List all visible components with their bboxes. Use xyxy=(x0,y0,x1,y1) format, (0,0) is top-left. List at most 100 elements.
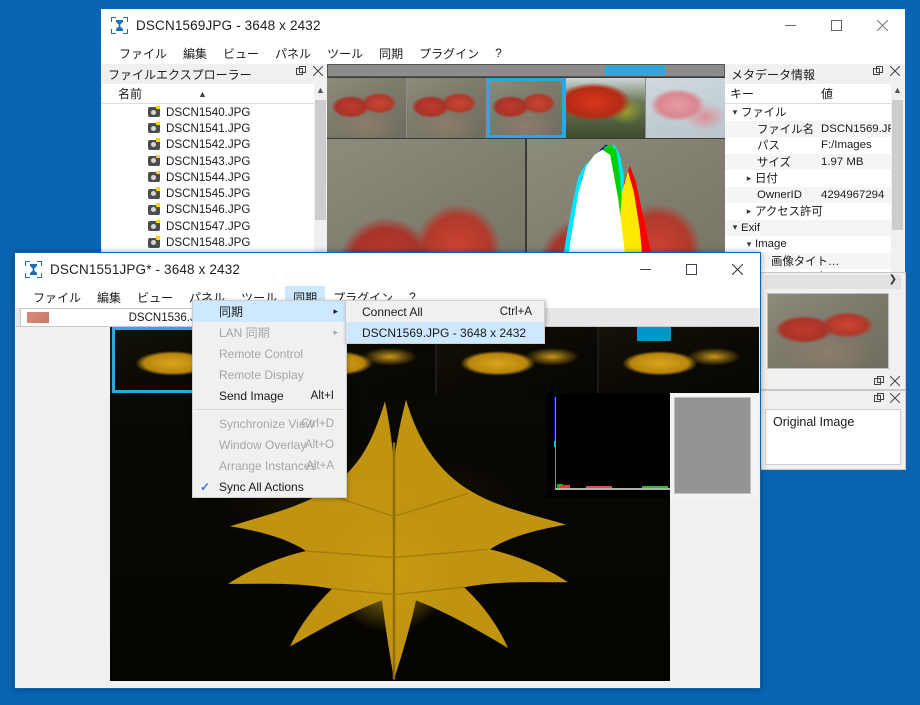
scroll-thumb[interactable] xyxy=(605,66,666,75)
close-icon[interactable] xyxy=(890,376,900,386)
camera-icon xyxy=(148,154,160,167)
close-icon[interactable] xyxy=(890,66,900,76)
float-icon[interactable] xyxy=(874,376,884,386)
table-row[interactable]: ▾ Exif xyxy=(725,219,891,236)
list-item[interactable]: DSCN1547.JPG xyxy=(102,218,314,234)
thumbnail-item[interactable] xyxy=(566,78,646,138)
close-icon[interactable] xyxy=(890,393,900,403)
table-row[interactable]: OwnerID 4294967294 xyxy=(725,186,891,203)
chevron-right-icon[interactable]: ▸ xyxy=(743,173,755,184)
back-window-menubar[interactable]: ファイル 編集 ビュー パネル ツール 同期 プラグイン ? xyxy=(101,42,905,64)
metadata-key: サイズ xyxy=(757,156,791,169)
maximize-icon[interactable] xyxy=(813,9,859,42)
menu-item-label: Connect All xyxy=(362,304,423,319)
submenu-item-connect-all[interactable]: Connect All Ctrl+A xyxy=(346,301,544,322)
close-icon[interactable] xyxy=(714,253,760,286)
metadata-value: F:/Images xyxy=(821,139,872,152)
secondary-preview[interactable] xyxy=(674,397,751,494)
menu-file[interactable]: ファイル xyxy=(111,42,175,65)
thumbnail-strip[interactable] xyxy=(327,78,725,138)
close-icon[interactable] xyxy=(313,66,323,76)
scroll-up-icon[interactable]: ▲ xyxy=(891,84,904,97)
list-item[interactable]: DSCN1543.JPG xyxy=(102,153,314,169)
float-icon[interactable] xyxy=(296,66,306,76)
chevron-down-icon[interactable]: ▾ xyxy=(729,222,741,233)
list-item[interactable]: DSCN1545.JPG xyxy=(102,185,314,201)
table-row[interactable]: ▾ ファイル xyxy=(725,104,891,121)
menu-panel[interactable]: パネル xyxy=(267,42,319,65)
thumbnail-item[interactable] xyxy=(327,78,406,138)
preview-toolbar[interactable]: ❯ xyxy=(765,274,901,289)
chevron-down-icon[interactable]: ▾ xyxy=(743,239,755,250)
check-icon: ✓ xyxy=(200,479,211,494)
menu-item-label: Arrange Instances xyxy=(219,458,317,473)
table-row[interactable]: ▾ Image xyxy=(725,236,891,253)
sync-menu-dropdown[interactable]: 同期 ▸ LAN 同期 ▸ Remote Control Remote Disp… xyxy=(192,300,347,498)
minimize-icon[interactable] xyxy=(622,253,668,286)
thumbnail-item[interactable] xyxy=(646,78,725,138)
menu-item-accelerator: Alt+I xyxy=(310,389,334,402)
chevron-right-icon[interactable]: ▸ xyxy=(743,206,755,217)
file-explorer-column-header[interactable]: 名前 ▲ xyxy=(102,84,327,104)
menu-item-window-overlay[interactable]: Window Overlay Alt+O xyxy=(193,434,346,455)
metadata-column-header[interactable]: キー 値 xyxy=(725,84,904,104)
list-item[interactable]: DSCN1546.JPG xyxy=(102,202,314,218)
menu-view[interactable]: ビュー xyxy=(129,286,181,309)
back-window-titlebar[interactable]: DSCN1569JPG - 3648 x 2432 xyxy=(101,9,905,42)
table-row[interactable]: パス F:/Images xyxy=(725,137,891,154)
menu-item-sync[interactable]: 同期 ▸ xyxy=(193,301,346,322)
minimize-icon[interactable] xyxy=(767,9,813,42)
menu-sync[interactable]: 同期 xyxy=(371,42,411,65)
list-item[interactable]: DSCN1540.JPG xyxy=(102,104,314,120)
preview-image[interactable] xyxy=(767,293,889,369)
chevron-right-icon[interactable]: ❯ xyxy=(889,274,897,285)
float-icon[interactable] xyxy=(874,393,884,403)
menu-plugin[interactable]: プラグイン xyxy=(411,42,487,65)
menu-item-send-image[interactable]: Send Image Alt+I xyxy=(193,385,346,406)
menu-item-synchronize-view[interactable]: Synchronize View Ctrl+D xyxy=(193,413,346,434)
thumbnail-item-selected[interactable] xyxy=(486,78,566,138)
metadata-key: Exif xyxy=(741,221,760,234)
chevron-down-icon[interactable]: ▾ xyxy=(729,107,741,118)
window-dscn1551[interactable]: DSCN1551JPG* - 3648 x 2432 ファイル 編集 ビュー パ… xyxy=(14,252,761,689)
float-icon[interactable] xyxy=(873,66,883,76)
front-window-titlebar[interactable]: DSCN1551JPG* - 3648 x 2432 xyxy=(15,253,760,286)
menu-help[interactable]: ? xyxy=(487,43,510,63)
viewer-right-margin xyxy=(670,393,759,498)
menu-item-remote-control[interactable]: Remote Control xyxy=(193,343,346,364)
scroll-thumb[interactable] xyxy=(892,100,903,230)
list-item[interactable]: DSCN1542.JPG xyxy=(102,137,314,153)
sync-submenu[interactable]: Connect All Ctrl+A DSCN1569.JPG - 3648 x… xyxy=(345,300,545,344)
file-explorer-title: ファイルエクスプローラー xyxy=(108,67,252,82)
menu-item-label: Remote Display xyxy=(219,367,304,382)
camera-icon xyxy=(148,121,160,134)
scroll-up-icon[interactable]: ▲ xyxy=(314,84,327,97)
menu-view[interactable]: ビュー xyxy=(215,42,267,65)
menu-edit[interactable]: 編集 xyxy=(89,286,129,309)
thumbnail-strip-scrollbar[interactable] xyxy=(327,64,725,77)
strip-scroll-indicator[interactable] xyxy=(637,327,671,341)
maximize-icon[interactable] xyxy=(668,253,714,286)
camera-icon xyxy=(148,203,160,215)
table-row[interactable]: ファイル名 DSCN1569.JPG xyxy=(725,120,891,137)
menu-item-remote-display[interactable]: Remote Display xyxy=(193,364,346,385)
menu-file[interactable]: ファイル xyxy=(25,286,89,309)
thumbnail-item[interactable] xyxy=(406,78,486,138)
thumbnail-item[interactable] xyxy=(598,327,759,393)
table-row[interactable]: ▸ アクセス許可 xyxy=(725,203,891,220)
menu-item-arrange-instances[interactable]: Arrange Instances Alt+A xyxy=(193,455,346,476)
table-row[interactable]: サイズ 1.97 MB xyxy=(725,153,891,170)
menu-edit[interactable]: 編集 xyxy=(175,42,215,65)
menu-tool[interactable]: ツール xyxy=(319,42,371,65)
menu-item-lan-sync[interactable]: LAN 同期 ▸ xyxy=(193,322,346,343)
scroll-thumb[interactable] xyxy=(315,100,326,220)
menu-item-sync-all-actions[interactable]: ✓ Sync All Actions xyxy=(193,476,346,497)
table-row[interactable]: ▸ 日付 xyxy=(725,170,891,187)
list-item[interactable]: DSCN1548.JPG xyxy=(102,234,314,250)
close-icon[interactable] xyxy=(859,9,905,42)
list-item[interactable]: DSCN1541.JPG xyxy=(102,120,314,136)
metadata-key: ファイル xyxy=(741,107,787,120)
list-item[interactable]: DSCN1544.JPG xyxy=(102,169,314,185)
metadata-key: 画像タイト… xyxy=(771,255,840,268)
submenu-item-dscn1569[interactable]: DSCN1569.JPG - 3648 x 2432 xyxy=(346,322,544,343)
